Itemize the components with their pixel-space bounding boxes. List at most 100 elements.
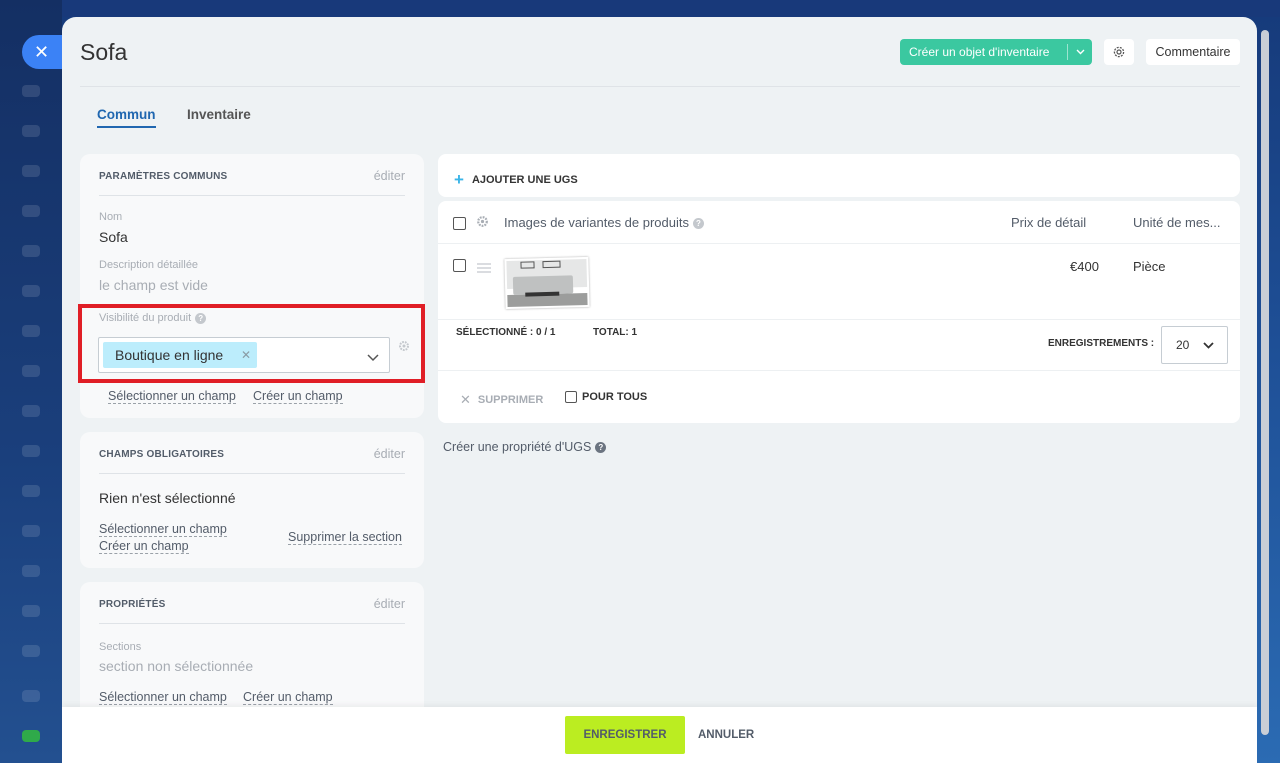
add-sku-button[interactable]: + AJOUTER UNE UGS — [454, 170, 578, 190]
sidebar-icon[interactable] — [22, 605, 40, 617]
save-button[interactable]: ENREGISTRER — [565, 716, 685, 754]
records-per-page-select[interactable]: 20 — [1161, 326, 1228, 364]
select-field-link[interactable]: Sélectionner un champ — [99, 522, 227, 537]
delete-button[interactable]: ✕ SUPPRIMER — [460, 392, 543, 408]
sidebar-icon[interactable] — [22, 565, 40, 577]
checkbox-box[interactable] — [565, 391, 577, 403]
field-settings-gear-icon[interactable] — [398, 339, 410, 357]
settings-button[interactable] — [1104, 39, 1134, 65]
add-sku-label: AJOUTER UNE UGS — [471, 174, 578, 186]
tab-inventory[interactable]: Inventaire — [187, 107, 251, 122]
sidebar-icon[interactable] — [22, 365, 40, 377]
create-inventory-button[interactable]: Créer un objet d'inventaire — [900, 39, 1092, 65]
sidebar-icon[interactable] — [22, 690, 40, 702]
card-header: PARAMÈTRES COMMUNS éditer — [99, 154, 405, 196]
create-field-link[interactable]: Créer un champ — [253, 389, 343, 404]
description-label: Description détaillée — [99, 259, 199, 271]
chevron-down-icon[interactable] — [367, 349, 379, 367]
create-sku-property-link[interactable]: Créer une propriété d'UGS? — [443, 440, 607, 454]
sidebar-icon[interactable] — [22, 165, 40, 177]
help-icon[interactable]: ? — [595, 442, 607, 454]
sections-value[interactable]: section non sélectionnée — [99, 658, 253, 674]
footer-bar: ENREGISTRER ANNULER — [62, 707, 1257, 763]
gear-icon — [1113, 46, 1125, 58]
for-all-checkbox[interactable]: POUR TOUS — [565, 391, 647, 403]
chevron-down-icon — [1203, 341, 1214, 349]
records-label: ENREGISTREMENTS : — [1048, 338, 1155, 349]
for-all-label: POUR TOUS — [582, 391, 648, 403]
sidebar-icon[interactable] — [22, 730, 40, 742]
select-all-checkbox[interactable] — [453, 217, 466, 230]
edit-link[interactable]: éditer — [374, 169, 405, 183]
create-inventory-label: Créer un objet d'inventaire — [909, 45, 1050, 59]
sidebar-icon[interactable] — [22, 245, 40, 257]
delete-section-link[interactable]: Supprimer la section — [288, 530, 402, 545]
column-header-images-label: Images de variantes de produits — [504, 215, 689, 230]
edit-link[interactable]: éditer — [374, 447, 405, 461]
sections-label: Sections — [99, 641, 142, 653]
visibility-label-text: Visibilité du produit — [99, 312, 192, 324]
column-header-images[interactable]: Images de variantes de produits? — [504, 215, 704, 230]
help-icon[interactable]: ? — [195, 312, 207, 324]
select-field-link[interactable]: Sélectionner un champ — [108, 389, 236, 404]
sidebar-icon[interactable] — [22, 85, 40, 97]
row-unit[interactable]: Pièce — [1133, 259, 1166, 274]
sidebar-icon[interactable] — [22, 525, 40, 537]
sidebar-icon[interactable] — [22, 125, 40, 137]
delete-label: SUPPRIMER — [477, 394, 544, 406]
visibility-select[interactable]: Boutique en ligne ✕ — [98, 337, 390, 373]
selected-count: SÉLECTIONNÉ : 0 / 1 — [456, 327, 555, 338]
product-variant-image[interactable] — [504, 256, 590, 310]
total-label: TOTAL: — [593, 327, 629, 338]
help-icon[interactable]: ? — [693, 218, 704, 230]
sidebar-icon[interactable] — [22, 285, 40, 297]
drag-handle-icon[interactable] — [477, 260, 491, 278]
scrollbar[interactable] — [1261, 30, 1269, 735]
sidebar-icon[interactable] — [22, 645, 40, 657]
close-icon: ✕ — [34, 42, 50, 62]
page-title: Sofa — [80, 39, 128, 65]
sidebar-icon[interactable] — [22, 325, 40, 337]
create-sku-property-label: Créer une propriété d'UGS — [443, 440, 592, 454]
create-field-link[interactable]: Créer un champ — [243, 690, 333, 705]
common-params-card: PARAMÈTRES COMMUNS éditer Nom Sofa Descr… — [80, 154, 424, 418]
records-value: 20 — [1176, 338, 1190, 352]
plus-icon: + — [454, 170, 464, 189]
card-title: PARAMÈTRES COMMUNS — [99, 171, 228, 182]
row-price[interactable]: €400 — [1070, 259, 1099, 274]
visibility-tag[interactable]: Boutique en ligne ✕ — [103, 342, 257, 368]
card-title: PROPRIÉTÉS — [99, 599, 166, 610]
close-icon: ✕ — [460, 392, 471, 407]
selected-value: 0 / 1 — [536, 327, 556, 338]
left-app-sidebar — [0, 0, 62, 763]
product-editor-panel: Sofa Créer un objet d'inventaire Comment… — [62, 17, 1257, 763]
top-background — [0, 0, 1280, 17]
select-field-link[interactable]: Sélectionner un champ — [99, 690, 227, 705]
visibility-label: Visibilité du produit? — [99, 312, 207, 324]
create-field-link[interactable]: Créer un champ — [99, 539, 189, 554]
sidebar-icon[interactable] — [22, 405, 40, 417]
comment-button[interactable]: Commentaire — [1146, 39, 1240, 65]
selected-label: SÉLECTIONNÉ : — [456, 327, 534, 338]
cancel-button[interactable]: ANNULER — [698, 716, 754, 754]
remove-tag-icon[interactable]: ✕ — [241, 348, 251, 362]
chevron-down-icon[interactable] — [1068, 47, 1092, 58]
name-value[interactable]: Sofa — [99, 229, 128, 245]
sidebar-icon[interactable] — [22, 445, 40, 457]
sidebar-icon[interactable] — [22, 485, 40, 497]
sidebar-icon[interactable] — [22, 205, 40, 217]
row-divider — [438, 243, 1240, 244]
card-header: PROPRIÉTÉS éditer — [99, 582, 405, 624]
tab-common[interactable]: Commun — [97, 107, 156, 128]
visibility-tag-label: Boutique en ligne — [115, 347, 224, 363]
required-fields-card: CHAMPS OBLIGATOIRES éditer Rien n'est sé… — [80, 432, 424, 568]
edit-link[interactable]: éditer — [374, 597, 405, 611]
column-header-price[interactable]: Prix de détail — [1011, 215, 1086, 230]
add-sku-bar: + AJOUTER UNE UGS — [438, 154, 1240, 197]
description-value[interactable]: le champ est vide — [99, 277, 208, 293]
column-header-unit[interactable]: Unité de mes... — [1133, 215, 1220, 230]
properties-card: PROPRIÉTÉS éditer Sections section non s… — [80, 582, 424, 722]
sku-table: Images de variantes de produits? Prix de… — [438, 201, 1240, 423]
row-checkbox[interactable] — [453, 259, 466, 272]
column-settings-gear-icon[interactable] — [476, 215, 489, 233]
